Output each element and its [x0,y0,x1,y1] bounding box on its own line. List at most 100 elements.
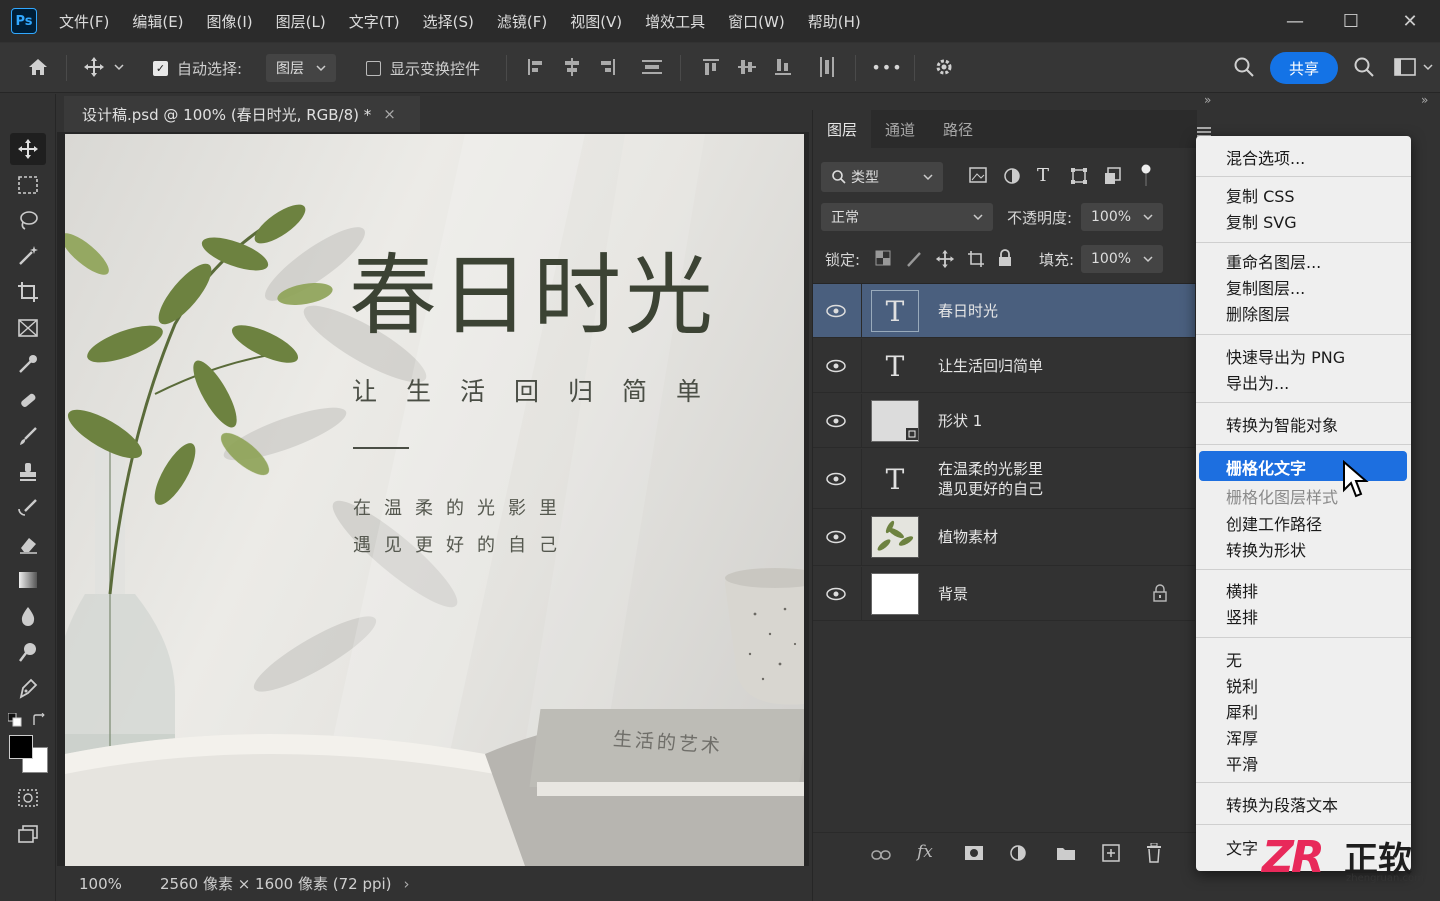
eraser-tool[interactable] [10,528,46,560]
new-layer-icon[interactable] [1102,844,1120,866]
eye-icon[interactable] [825,468,847,490]
menu-item-aa-sharp[interactable]: 锐利 [1226,673,1258,697]
filter-pixel-icon[interactable] [969,167,987,187]
menu-item-vertical[interactable]: 竖排 [1226,604,1258,628]
pen-tool[interactable] [10,672,46,704]
chevron-down-icon[interactable] [1421,55,1435,79]
dodge-tool[interactable] [10,636,46,668]
zoom-level[interactable]: 100% [79,875,159,893]
menu-help[interactable]: 帮助(H) [808,11,861,32]
menu-layer[interactable]: 图层(L) [276,11,326,32]
menu-item-create-work-path[interactable]: 创建工作路径 [1226,511,1322,535]
menu-item-duplicate-layer[interactable]: 复制图层... [1226,275,1305,299]
document-tab[interactable]: 设计稿.psd @ 100% (春日时光, RGB/8) * × [64,96,420,132]
tab-channels[interactable]: 通道 [871,110,929,148]
layer-row[interactable]: T 春日时光 [813,284,1195,338]
gradient-tool[interactable] [10,564,46,596]
lasso-tool[interactable] [10,204,46,236]
close-window-button[interactable]: ✕ [1381,0,1439,42]
auto-select-target-dropdown[interactable]: 图层 [266,54,336,82]
menu-file[interactable]: 文件(F) [59,11,109,32]
link-layers-icon[interactable] [871,847,891,865]
more-options-button[interactable]: ••• [871,55,901,79]
add-mask-icon[interactable] [964,845,984,865]
brush-tool[interactable] [10,420,46,452]
menu-item-blending-options[interactable]: 混合选项... [1226,145,1305,169]
filter-smart-object-icon[interactable] [1104,167,1122,189]
lock-all-icon[interactable] [997,249,1013,271]
menu-image[interactable]: 图像(I) [207,11,253,32]
layer-filter-dropdown[interactable]: 类型 [821,162,943,192]
menu-item-horizontal[interactable]: 横排 [1226,578,1258,602]
lock-transparency-icon[interactable] [875,250,891,270]
fx-button[interactable]: fx [917,842,933,862]
menu-edit[interactable]: 编辑(E) [132,11,183,32]
eye-icon[interactable] [825,526,847,548]
filter-type-icon[interactable]: T [1037,165,1049,186]
tab-paths[interactable]: 路径 [929,110,987,148]
collapse-panel-icon[interactable]: » [1204,93,1211,107]
menu-item-rename-layer[interactable]: 重命名图层... [1226,249,1321,273]
menu-item-quick-export-png[interactable]: 快速导出为 PNG [1226,344,1345,368]
align-vcenter-icon[interactable] [735,55,759,79]
lock-image-icon[interactable] [905,250,923,272]
screen-mode-tool[interactable] [10,818,46,850]
search-icon[interactable] [1232,55,1256,79]
layer-row[interactable]: 植物素材 [813,510,1195,566]
menu-item-aa-strong[interactable]: 浑厚 [1226,725,1258,749]
menu-item-copy-svg[interactable]: 复制 SVG [1226,209,1297,233]
eye-icon[interactable] [825,355,847,377]
move-tool-icon[interactable] [82,55,106,79]
align-bottom-icon[interactable] [771,55,795,79]
home-icon[interactable] [26,55,50,79]
gear-icon[interactable] [932,55,956,79]
chevron-down-icon[interactable] [112,55,126,79]
menu-item-rasterize-type[interactable]: 栅格化文字 [1226,455,1306,479]
menu-select[interactable]: 选择(S) [423,11,474,32]
stamp-tool[interactable] [10,456,46,488]
move-tool[interactable] [10,133,46,165]
auto-select-checkbox[interactable]: ✓ 自动选择: [153,43,242,93]
menu-item-export-as[interactable]: 导出为... [1226,370,1289,394]
minimize-button[interactable]: — [1266,0,1324,42]
menu-view[interactable]: 视图(V) [570,11,622,32]
close-tab-icon[interactable]: × [383,105,396,123]
canvas[interactable]: 生活的艺术 春日时光 让生活回归简单 在温柔的光影里 遇见更好的自己 [65,134,804,866]
menu-item-aa-none[interactable]: 无 [1226,647,1242,671]
tab-layers[interactable]: 图层 [813,110,872,148]
menu-type[interactable]: 文字(T) [349,11,400,32]
eye-icon[interactable] [825,300,847,322]
menu-filter[interactable]: 滤镜(F) [497,11,547,32]
show-transform-checkbox[interactable]: 显示变换控件 [366,43,480,93]
quick-mask-tool[interactable] [10,782,46,814]
distribute-icon[interactable] [640,55,664,79]
menu-item-delete-layer[interactable]: 删除图层 [1226,301,1290,325]
workspace-icon[interactable] [1393,55,1417,79]
distribute-vertical-icon[interactable] [815,55,839,79]
magic-wand-tool[interactable] [10,240,46,272]
align-left-icon[interactable] [524,55,548,79]
healing-brush-tool[interactable] [10,384,46,416]
eye-icon[interactable] [825,583,847,605]
blur-tool[interactable] [10,600,46,632]
lock-position-icon[interactable] [935,249,955,273]
search-icon-2[interactable] [1352,55,1376,79]
maximize-button[interactable]: ☐ [1322,0,1380,42]
adjustment-layer-icon[interactable] [1009,844,1027,866]
filter-shape-icon[interactable] [1070,167,1088,189]
layer-row[interactable]: 形状 1 [813,394,1195,448]
menu-item-convert-paragraph[interactable]: 转换为段落文本 [1226,792,1338,816]
layer-row[interactable]: T 让生活回归简单 [813,339,1195,393]
foreground-color-swatch[interactable] [9,735,33,759]
align-right-icon[interactable] [595,55,619,79]
blend-mode-dropdown[interactable]: 正常 [821,203,993,231]
menu-item-aa-crisp[interactable]: 犀利 [1226,699,1258,723]
history-brush-tool[interactable] [10,492,46,524]
default-colors-icon[interactable] [7,712,22,731]
align-hcenter-icon[interactable] [560,55,584,79]
layer-row[interactable]: T 在温柔的光影里 遇见更好的自己 [813,449,1195,509]
menu-window[interactable]: 窗口(W) [728,11,785,32]
collapse-right-icon[interactable]: » [1421,93,1428,107]
menu-item-aa-smooth[interactable]: 平滑 [1226,751,1258,775]
swap-colors-icon[interactable] [32,712,46,731]
